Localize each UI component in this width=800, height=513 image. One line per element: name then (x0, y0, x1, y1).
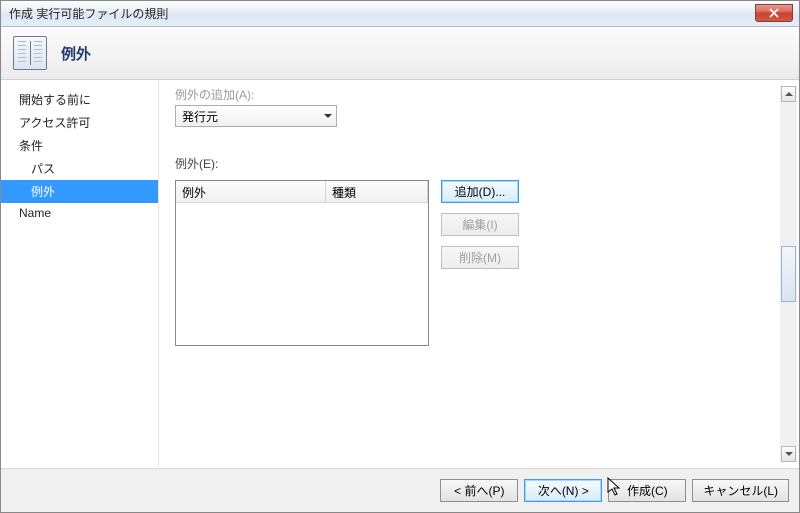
title-bar: 作成 実行可能ファイルの規則 (1, 1, 799, 27)
add-exception-label: 例外の追加(A): (175, 86, 787, 103)
sidebar-item-name[interactable]: Name (1, 203, 158, 223)
table-actions: 追加(D)... 編集(I) 削除(M) (441, 180, 519, 346)
close-icon (769, 8, 779, 18)
sidebar-item-conditions[interactable]: 条件 (1, 134, 158, 157)
remove-button: 削除(M) (441, 246, 519, 269)
rule-icon (13, 36, 47, 70)
scroll-down-button[interactable] (781, 446, 796, 462)
scroll-thumb[interactable] (781, 246, 796, 302)
combo-value: 発行元 (182, 108, 218, 125)
next-button[interactable]: 次へ(N) > (524, 479, 602, 502)
page-title: 例外 (61, 43, 91, 64)
exception-type-combo[interactable]: 発行元 (175, 105, 337, 127)
body: 開始する前に アクセス許可 条件 パス 例外 Name 例外の追加(A): 発行… (1, 80, 799, 468)
edit-button: 編集(I) (441, 213, 519, 236)
chevron-up-icon (785, 92, 793, 96)
table-col-exception[interactable]: 例外 (176, 181, 326, 202)
wizard-footer: < 前へ(P) 次へ(N) > 作成(C) キャンセル(L) (1, 468, 799, 512)
content-panel: 例外の追加(A): 発行元 例外(E): 例外 種類 追加(D)... 編集(I… (158, 80, 799, 468)
content-scrollbar[interactable] (780, 86, 797, 462)
table-header: 例外 種類 (176, 181, 428, 203)
cancel-button[interactable]: キャンセル(L) (692, 479, 789, 502)
add-button[interactable]: 追加(D)... (441, 180, 519, 203)
exceptions-table[interactable]: 例外 種類 (175, 180, 429, 346)
close-button[interactable] (755, 4, 793, 22)
wizard-sidebar: 開始する前に アクセス許可 条件 パス 例外 Name (1, 80, 158, 468)
sidebar-item-before-begin[interactable]: 開始する前に (1, 88, 158, 111)
sidebar-item-permissions[interactable]: アクセス許可 (1, 111, 158, 134)
window-title: 作成 実行可能ファイルの規則 (9, 5, 168, 22)
page-header: 例外 (1, 27, 799, 80)
exceptions-list-label: 例外(E): (175, 155, 787, 172)
chevron-down-icon (324, 114, 332, 118)
sidebar-item-exceptions[interactable]: 例外 (1, 180, 158, 203)
sidebar-item-path[interactable]: パス (1, 157, 158, 180)
chevron-down-icon (785, 452, 793, 456)
scroll-up-button[interactable] (781, 86, 796, 102)
create-button[interactable]: 作成(C) (608, 479, 686, 502)
table-col-type[interactable]: 種類 (326, 181, 428, 202)
back-button[interactable]: < 前へ(P) (440, 479, 518, 502)
